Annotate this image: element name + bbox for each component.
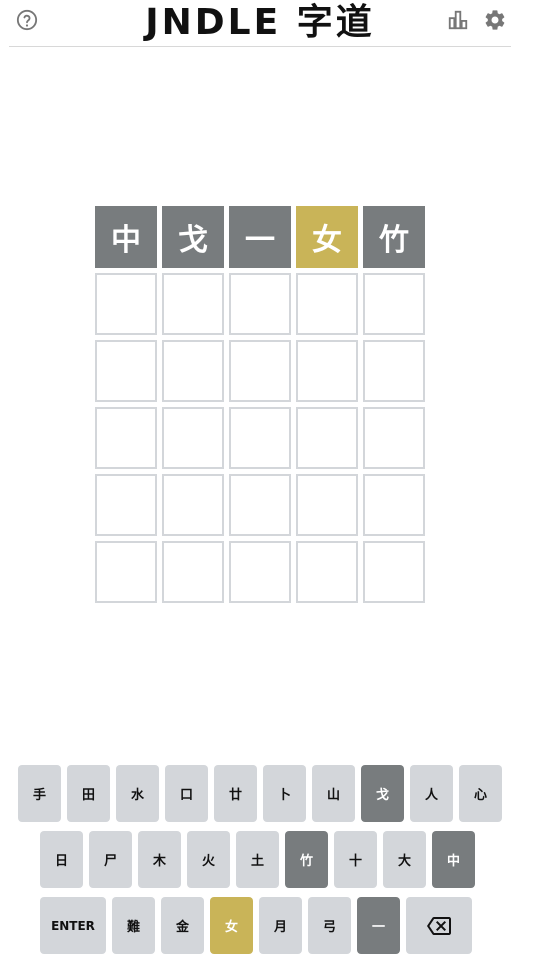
board-tile <box>229 541 291 603</box>
board-tile <box>229 273 291 335</box>
keyboard-key[interactable]: 大 <box>383 831 426 888</box>
board-tile <box>296 273 358 335</box>
backspace-key[interactable] <box>406 897 472 954</box>
board-tile: 女 <box>296 206 358 268</box>
keyboard-key[interactable]: 中 <box>432 831 475 888</box>
board-tile <box>95 273 157 335</box>
keyboard-key[interactable]: 人 <box>410 765 453 822</box>
keyboard-key[interactable]: 日 <box>40 831 83 888</box>
board-tile <box>95 541 157 603</box>
board-tile <box>296 541 358 603</box>
board-tile <box>363 541 425 603</box>
bar-chart-icon[interactable] <box>447 9 469 31</box>
enter-key[interactable]: ENTER <box>40 897 106 954</box>
board-tile <box>162 541 224 603</box>
board-tile: 戈 <box>162 206 224 268</box>
keyboard-key[interactable]: 山 <box>312 765 355 822</box>
keyboard-row-3: ENTER 難金女月弓一 <box>40 897 478 954</box>
board-tile: 中 <box>95 206 157 268</box>
board-tile <box>162 273 224 335</box>
board-tile <box>363 340 425 402</box>
page-title: JNDLE 字道 <box>145 2 375 43</box>
header: JNDLE 字道 <box>9 0 511 47</box>
board-tile: 竹 <box>363 206 425 268</box>
keyboard-key[interactable]: 尸 <box>89 831 132 888</box>
board-tile <box>296 340 358 402</box>
board-tile <box>363 273 425 335</box>
keyboard-key[interactable]: 口 <box>165 765 208 822</box>
keyboard-key[interactable]: 金 <box>161 897 204 954</box>
board-tile <box>95 340 157 402</box>
board-tile <box>229 407 291 469</box>
board-tile <box>363 407 425 469</box>
keyboard-key[interactable]: 一 <box>357 897 400 954</box>
board-tile <box>296 474 358 536</box>
keyboard-key[interactable]: 女 <box>210 897 253 954</box>
keyboard-key[interactable]: 難 <box>112 897 155 954</box>
keyboard-row-2: 日尸木火土竹十大中 <box>40 831 481 888</box>
keyboard-key[interactable]: 竹 <box>285 831 328 888</box>
keyboard-key[interactable]: 土 <box>236 831 279 888</box>
keyboard-key[interactable]: 廿 <box>214 765 257 822</box>
board-tile <box>229 474 291 536</box>
keyboard-key[interactable]: 木 <box>138 831 181 888</box>
board-tile <box>229 340 291 402</box>
keyboard-row-1: 手田水口廿卜山戈人心 <box>18 765 508 822</box>
board-tile <box>162 340 224 402</box>
gear-icon[interactable] <box>483 8 507 32</box>
game-board: 中戈一女竹 <box>95 206 425 603</box>
keyboard-key[interactable]: 水 <box>116 765 159 822</box>
keyboard-key[interactable]: 心 <box>459 765 502 822</box>
keyboard-key[interactable]: 田 <box>67 765 110 822</box>
board-tile <box>162 407 224 469</box>
keyboard-key[interactable]: 弓 <box>308 897 351 954</box>
keyboard-key[interactable]: 十 <box>334 831 377 888</box>
keyboard-key[interactable]: 手 <box>18 765 61 822</box>
keyboard-key[interactable]: 戈 <box>361 765 404 822</box>
board-tile <box>95 474 157 536</box>
keyboard-key[interactable]: 月 <box>259 897 302 954</box>
keyboard-key[interactable]: 火 <box>187 831 230 888</box>
board-tile <box>296 407 358 469</box>
board-tile <box>363 474 425 536</box>
board-tile <box>162 474 224 536</box>
keyboard-key[interactable]: 卜 <box>263 765 306 822</box>
backspace-icon <box>427 916 451 935</box>
board-tile <box>95 407 157 469</box>
board-tile: 一 <box>229 206 291 268</box>
